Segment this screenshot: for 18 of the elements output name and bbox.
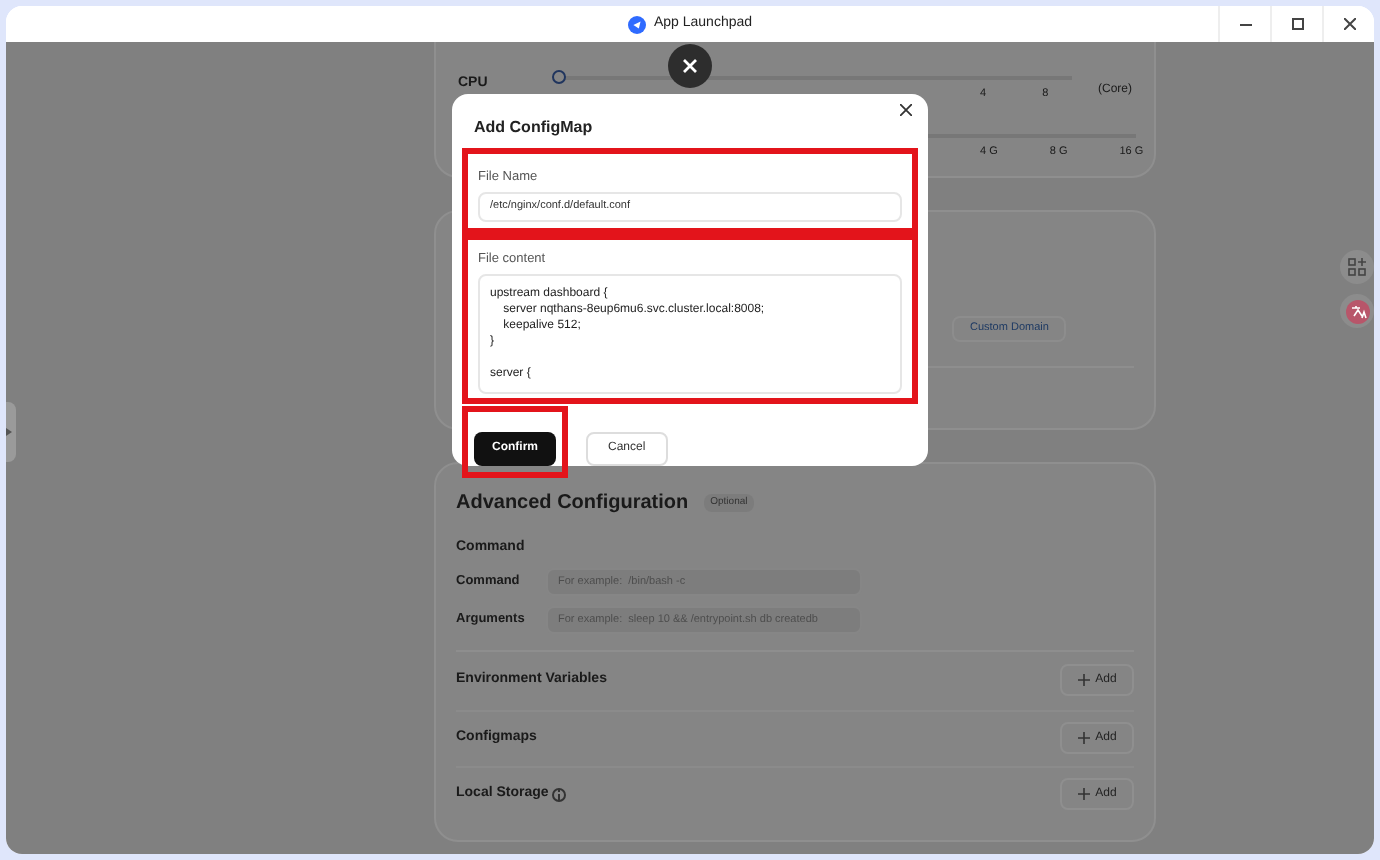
plus-icon (1077, 788, 1090, 800)
plus-icon (1077, 674, 1090, 686)
section-title: Advanced Configuration (456, 490, 689, 518)
translate-icon (1345, 299, 1369, 323)
maximize-icon (1291, 18, 1303, 30)
info-icon (552, 787, 567, 801)
close-icon[interactable] (900, 104, 912, 116)
cpu-slider-thumb[interactable] (552, 70, 566, 84)
apps-float-button[interactable] (1340, 250, 1374, 284)
translate-float-button[interactable] (1340, 294, 1374, 328)
dialog-title: Add ConfigMap (474, 116, 593, 140)
grid-icon (1348, 258, 1366, 276)
close-icon (1343, 18, 1355, 30)
close-icon (682, 58, 698, 74)
chevron-icon (6, 428, 11, 436)
minimize-icon (1239, 23, 1251, 25)
plus-icon (1077, 732, 1090, 744)
app-logo-icon (627, 15, 646, 33)
